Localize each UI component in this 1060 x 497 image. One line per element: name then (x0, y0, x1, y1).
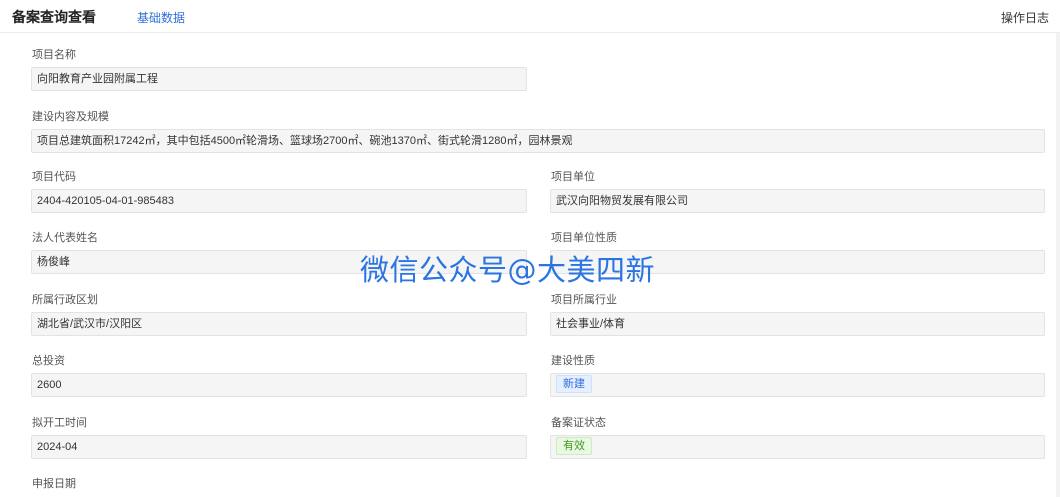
apply-date-label: 申报日期 (32, 478, 76, 490)
start-time-label: 拟开工时间 (32, 417, 87, 429)
page-title: 备案查询查看 (12, 9, 96, 25)
project-name-field: 向阳教育产业园附属工程 (31, 67, 527, 91)
unit-nature-field (550, 250, 1045, 274)
record-status-tag: 有效 (556, 437, 592, 456)
scrollbar[interactable] (1056, 33, 1060, 497)
industry-label: 项目所属行业 (551, 294, 617, 306)
unit-nature-label: 项目单位性质 (551, 232, 617, 244)
project-unit-field: 武汉向阳物贸发展有限公司 (550, 189, 1045, 213)
legal-rep-label: 法人代表姓名 (32, 232, 98, 244)
scale-label: 建设内容及规模 (32, 111, 109, 123)
region-field: 湖北省/武汉市/汉阳区 (31, 312, 527, 336)
build-nature-tag: 新建 (556, 375, 592, 394)
operation-log-link[interactable]: 操作日志 (1001, 9, 1049, 26)
investment-label: 总投资 (32, 355, 65, 367)
project-code-label: 项目代码 (32, 171, 76, 183)
record-status-label: 备案证状态 (551, 417, 606, 429)
scale-field: 项目总建筑面积17242㎡，其中包括4500㎡轮滑场、篮球场2700㎡、碗池13… (31, 129, 1045, 153)
project-unit-label: 项目单位 (551, 171, 595, 183)
start-time-field: 2024-04 (31, 435, 527, 459)
project-code-field: 2404-420105-04-01-985483 (31, 189, 527, 213)
tab-basic-data[interactable]: 基础数据 (137, 9, 185, 26)
record-status-field: 有效 (550, 435, 1045, 459)
build-nature-label: 建设性质 (551, 355, 595, 367)
region-label: 所属行政区划 (32, 294, 98, 306)
build-nature-field: 新建 (550, 373, 1045, 397)
industry-field: 社会事业/体育 (550, 312, 1045, 336)
top-bar: 备案查询查看 基础数据 操作日志 (0, 0, 1060, 33)
legal-rep-field: 杨俊峰 (31, 250, 527, 274)
project-name-label: 项目名称 (32, 49, 76, 61)
investment-field: 2600 (31, 373, 527, 397)
